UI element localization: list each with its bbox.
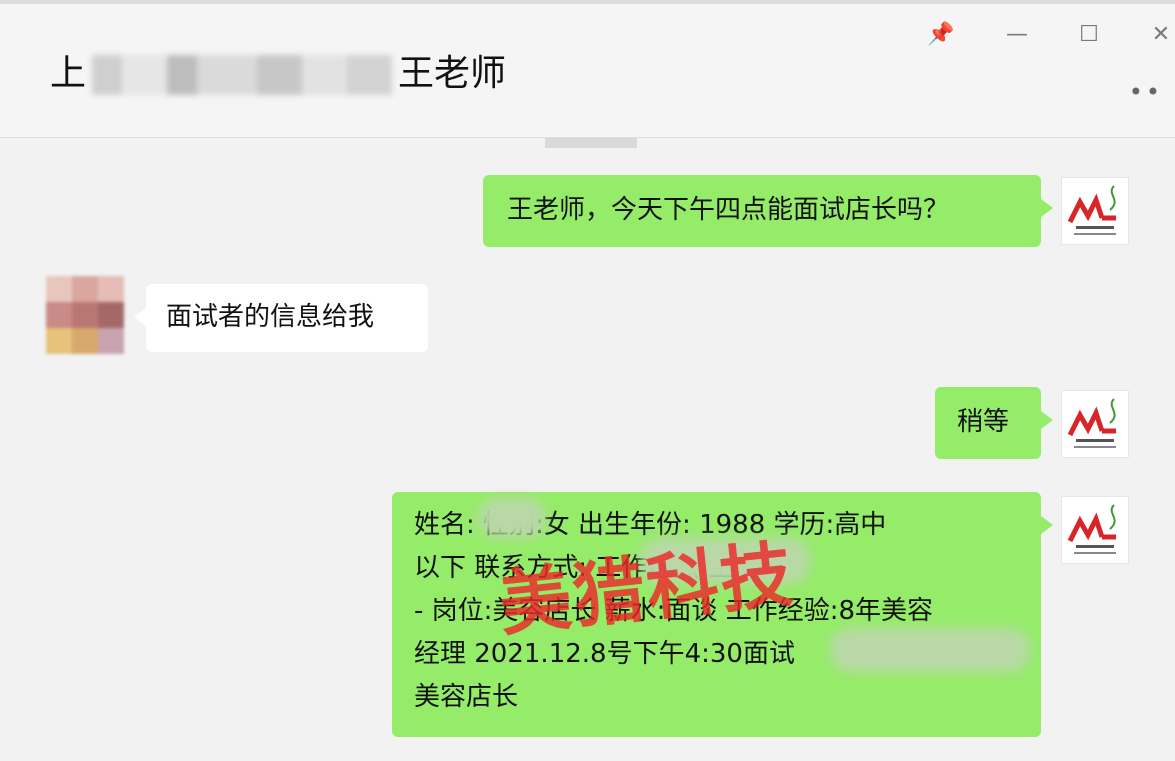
minimize-icon[interactable]: — — [1002, 20, 1032, 50]
chat-title-prefix: 上 — [50, 53, 87, 94]
close-icon[interactable]: ✕ — [1146, 20, 1175, 50]
chat-header: 上 王老师 📌 — ☐ ✕ •• — [0, 4, 1175, 138]
message-line: 美容店长 — [414, 682, 519, 712]
chat-title-suffix: 王老师 — [398, 53, 507, 94]
message-line: - 岗位:美容店长 薪水:面谈 工作经验:8年美容 — [414, 596, 933, 626]
maximize-icon[interactable]: ☐ — [1074, 20, 1104, 50]
message-text: 稍等 — [957, 407, 1010, 437]
chat-title: 上 王老师 — [50, 50, 506, 98]
contact-avatar[interactable] — [46, 276, 124, 354]
message-bubble-sent[interactable]: 王老师，今天下午四点能面试店长吗？ — [483, 175, 1053, 247]
my-avatar[interactable] — [1061, 496, 1129, 564]
message-text: 王老师，今天下午四点能面试店长吗？ — [507, 195, 950, 225]
logo-icon — [1067, 398, 1116, 448]
message-bubble-sent[interactable]: 稍等 — [935, 387, 1053, 459]
redacted-contact-value — [640, 538, 810, 584]
message-text: 面试者的信息给我 — [166, 302, 375, 332]
scroll-handle[interactable] — [545, 138, 637, 148]
pin-icon[interactable]: 📌 — [926, 20, 956, 50]
message-bubble-received[interactable]: 面试者的信息给我 — [134, 284, 428, 352]
my-avatar[interactable] — [1061, 390, 1129, 458]
redacted-name-value — [478, 498, 546, 538]
logo-icon — [1067, 185, 1116, 235]
redacted-name — [92, 55, 393, 95]
redacted-candidate-name — [830, 628, 1030, 672]
more-icon[interactable]: •• — [1129, 78, 1163, 106]
my-avatar[interactable] — [1061, 177, 1129, 245]
logo-icon — [1067, 504, 1116, 554]
